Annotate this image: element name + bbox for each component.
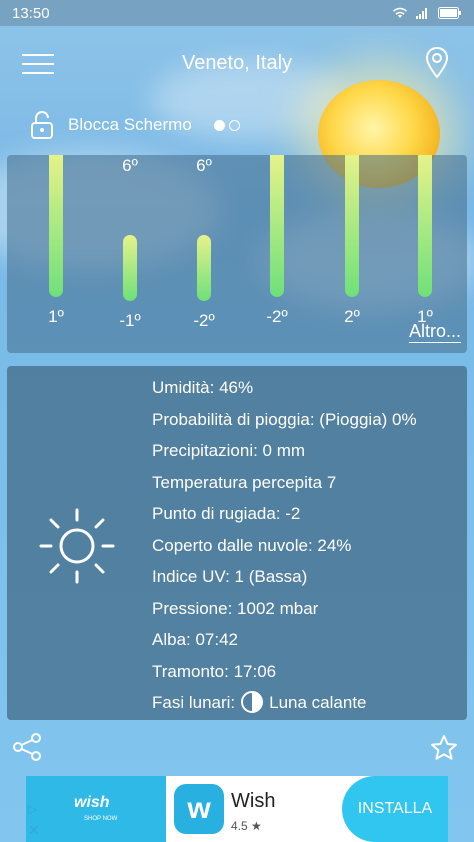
map-pin-icon[interactable] (424, 46, 450, 80)
temperature-bar (197, 235, 211, 301)
details-panel: Umidità: 46% Probabilità di pioggia: (Pio… (7, 366, 467, 720)
detail-row: Probabilità di pioggia: (Pioggia) 0% (152, 409, 417, 429)
battery-icon (438, 7, 461, 19)
lock-screen-toggle[interactable]: Blocca Schermo (30, 110, 240, 140)
detail-row: Precipitazioni: 0 mm (152, 441, 306, 460)
unlock-icon (31, 111, 53, 139)
lock-screen-label: Blocca Schermo (68, 115, 192, 134)
install-button[interactable]: INSTALLA (342, 776, 448, 842)
detail-row: Tramonto: 17:06 (152, 661, 277, 681)
signal-icon (416, 8, 427, 19)
wifi-icon (393, 7, 407, 18)
adchoices-icon[interactable]: ▷ (28, 802, 44, 818)
detail-list: Umidità: 46% Probabilità di pioggia: (Pio… (152, 372, 417, 719)
page-indicator (213, 119, 240, 131)
temperature-bar (49, 155, 63, 297)
app-icon[interactable]: w (174, 784, 224, 834)
sun-icon (39, 508, 115, 584)
ad-brand: wish (74, 794, 110, 811)
forecast-bar-column: 1º (400, 155, 450, 327)
status-bar: 13:50 (0, 0, 474, 26)
location-title: Veneto, Italy (181, 52, 293, 74)
detail-row: Coperto dalle nuvole: 24% (152, 535, 352, 555)
moon-phase-label: Fasi lunari: (152, 693, 236, 712)
close-icon[interactable]: ✕ (28, 822, 40, 839)
temperature-bar (345, 155, 359, 297)
temperature-bar (418, 155, 432, 297)
forecast-bar-column: 6º -2º (179, 155, 229, 331)
detail-row: Umidità: 46% (152, 378, 254, 397)
ad-sub: SHOP NOW (84, 816, 118, 822)
detail-row: Punto di rugiada: -2 (152, 504, 301, 523)
app-name: Wish (231, 790, 276, 812)
header: Veneto, Italy (0, 46, 474, 86)
forecast-bar-column: 1º (31, 155, 81, 327)
forecast-bars: 1º 6º -1º 6º -2º -2º 2º 1º (7, 155, 467, 330)
moon-phase-value: Luna calante (269, 693, 367, 712)
app-rating: 4.5 ★ (231, 819, 262, 833)
status-icons (392, 7, 462, 19)
more-link[interactable]: Altro... (408, 321, 461, 343)
ad-banner[interactable]: wish SHOP NOW ▷ ✕ w Wish 4.5 ★ INSTALLA (26, 776, 448, 842)
detail-row: Temperatura percepita 7 (152, 472, 337, 492)
bar-bottom-label: -1º (119, 311, 141, 330)
bar-bottom-label: -2º (193, 311, 215, 330)
ad-creative[interactable]: wish SHOP NOW (26, 776, 166, 842)
bar-bottom-label: -2º (266, 307, 288, 326)
detail-row: Pressione: 1002 mbar (152, 598, 319, 618)
moon-phase-row: Fasi lunari: Luna calante (152, 687, 417, 719)
bar-bottom-label: 1º (48, 307, 64, 326)
detail-row: Indice UV: 1 (Bassa) (152, 567, 308, 586)
temperature-bar (123, 235, 137, 301)
forecast-bar-column: -2º (252, 155, 302, 327)
moon-icon (241, 691, 264, 713)
bar-top-label: 6º (122, 156, 138, 175)
page-dot (228, 119, 240, 131)
forecast-panel: 1º 6º -1º 6º -2º -2º 2º 1º Altro... (7, 155, 467, 353)
bar-bottom-label: 2º (344, 307, 360, 326)
temperature-bar (270, 155, 284, 297)
detail-row: Alba: 07:42 (152, 630, 239, 649)
share-icon[interactable] (12, 732, 42, 762)
status-time: 13:50 (12, 4, 50, 22)
star-icon[interactable] (430, 734, 458, 762)
forecast-bar-column: 6º -1º (105, 155, 155, 331)
forecast-bar-column: 2º (327, 155, 377, 327)
bar-top-label: 6º (196, 156, 212, 175)
page-dot (213, 119, 225, 131)
